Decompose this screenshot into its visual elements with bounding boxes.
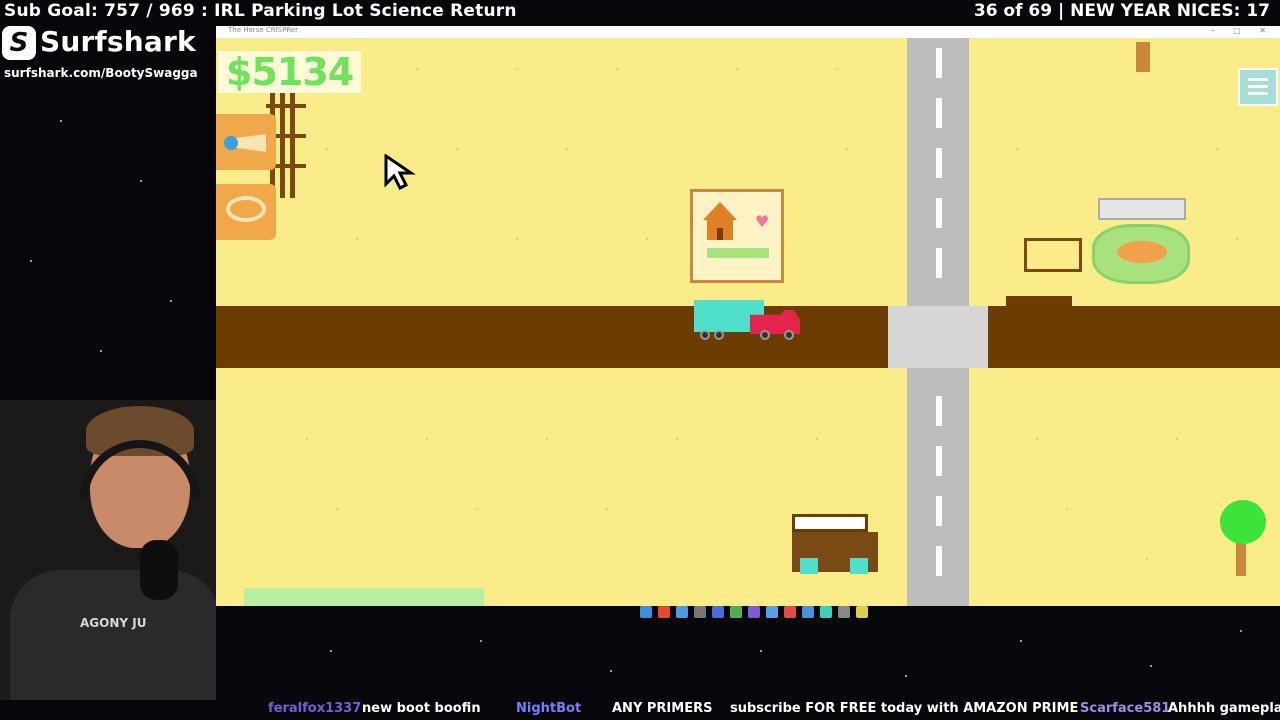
menu-icon-line <box>1248 85 1268 88</box>
browser-icon[interactable] <box>658 606 670 618</box>
lane-dash <box>936 446 942 476</box>
sub-goal-text: Sub Goal: 757 / 969 : IRL Parking Lot Sc… <box>4 1 517 21</box>
app-icon[interactable] <box>766 606 778 618</box>
horse-trailer-truck[interactable] <box>694 298 802 346</box>
stable-building[interactable] <box>1002 234 1084 274</box>
chat-message: ANY PRIMERS <box>612 701 713 716</box>
app-icon[interactable] <box>820 606 832 618</box>
heart-icon: ♥ <box>755 212 770 231</box>
house-building[interactable]: ♥ <box>690 189 784 283</box>
house-roof-icon <box>703 202 737 220</box>
lane-dash <box>936 98 942 128</box>
shop-sign <box>792 514 868 532</box>
track-infield <box>1117 241 1167 263</box>
shop-window <box>800 558 818 574</box>
chat-username: NightBot <box>516 701 582 716</box>
webcam-feed: AGONY JU <box>0 400 216 700</box>
app-icon[interactable] <box>712 606 724 618</box>
lane-dash <box>936 198 942 228</box>
lane-dash <box>936 248 942 278</box>
wheel-icon <box>714 330 724 340</box>
menu-icon <box>1248 78 1268 81</box>
surfshark-logo-icon: S <box>2 26 36 60</box>
stable-fence <box>1024 238 1082 272</box>
streamer-shirt <box>10 570 216 700</box>
app-icon[interactable] <box>838 606 850 618</box>
app-icon[interactable] <box>694 606 706 618</box>
shop-body <box>792 532 878 574</box>
chat-username: feralfox1337 <box>268 701 362 716</box>
small-tree-icon <box>1136 42 1150 72</box>
wheel-icon <box>760 330 770 340</box>
shop-building[interactable] <box>790 514 880 576</box>
bottom-status-strip <box>244 588 484 606</box>
money-counter: $5134 <box>218 51 362 93</box>
sponsor-panel: S Surfshark surfshark.com/BootySwagga <box>0 24 214 84</box>
windows-icon[interactable] <box>640 606 652 618</box>
grandstand <box>1098 198 1186 220</box>
tree-icon <box>1220 500 1266 544</box>
horn-bulb-icon <box>224 136 238 150</box>
wheel-icon <box>700 330 710 340</box>
chat-message: subscribe FOR FREE today with AMAZON PRI… <box>730 701 1079 716</box>
chat-message: new boot boofin <box>362 701 481 716</box>
sponsor-name: Surfshark <box>40 25 196 58</box>
house-door <box>717 228 723 240</box>
menu-button[interactable] <box>1238 68 1278 106</box>
lane-dash <box>936 396 942 426</box>
lane-dash <box>936 546 942 576</box>
game-window: The Horse CRISPRer – ▢ ✕ $5134 ♥ <box>216 26 1280 606</box>
app-icon[interactable] <box>802 606 814 618</box>
stable-roof <box>1006 296 1072 310</box>
shirt-print: AGONY JU <box>80 616 147 630</box>
app-icon[interactable] <box>730 606 742 618</box>
tree-trunk <box>1236 542 1246 576</box>
menu-icon-line <box>1248 92 1268 95</box>
road-intersection <box>888 306 988 368</box>
race-track[interactable] <box>1092 224 1190 284</box>
chat-message: Ahhhh gameplay <box>1168 701 1280 716</box>
lasso-tool-button[interactable] <box>216 184 276 240</box>
taskbar <box>640 606 868 624</box>
chat-username: Scarface581 <box>1080 701 1171 716</box>
house-progress-bar <box>707 248 769 258</box>
app-icon[interactable] <box>784 606 796 618</box>
stream-top-bar: Sub Goal: 757 / 969 : IRL Parking Lot Sc… <box>0 0 1280 26</box>
counter-text: 36 of 69 | NEW YEAR NICES: 17 <box>973 1 1270 21</box>
horn-tool-button[interactable] <box>216 114 276 170</box>
game-playfield[interactable]: $5134 ♥ <box>216 38 1280 606</box>
window-title: The Horse CRISPRer <box>228 26 299 34</box>
microphone-icon <box>140 540 178 600</box>
wheel-icon <box>784 330 794 340</box>
lane-dash <box>936 148 942 178</box>
window-controls[interactable]: – ▢ ✕ <box>1211 26 1274 35</box>
app-icon[interactable] <box>748 606 760 618</box>
app-icon[interactable] <box>856 606 868 618</box>
lasso-icon <box>226 196 266 222</box>
lane-dash <box>936 48 942 78</box>
shop-window <box>850 558 868 574</box>
app-icon[interactable] <box>676 606 688 618</box>
lane-dash <box>936 496 942 526</box>
sponsor-url: surfshark.com/BootySwagga <box>4 66 198 80</box>
chat-ticker: feralfox1337 new boot boofin NightBot AN… <box>0 698 1280 720</box>
